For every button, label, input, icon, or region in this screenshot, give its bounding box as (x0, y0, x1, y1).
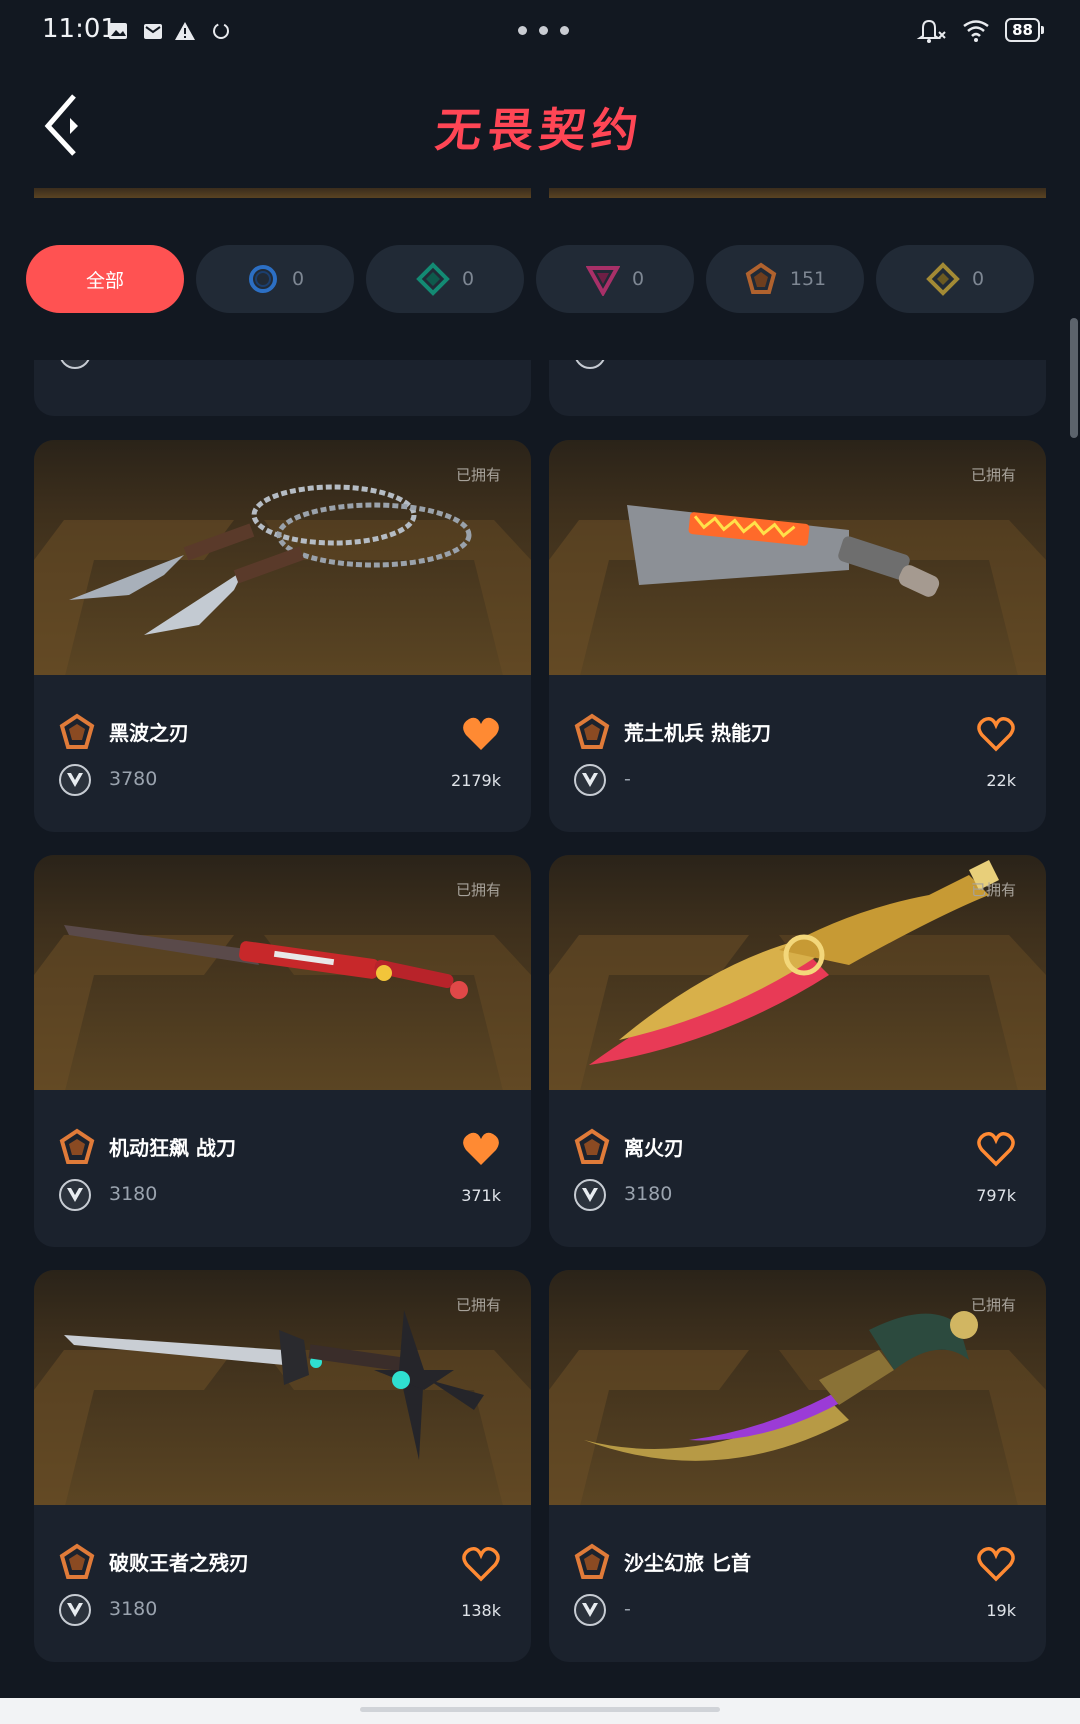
vp-currency-icon (59, 764, 91, 796)
skin-image: 已拥有 (34, 1270, 531, 1505)
filter-deluxe-tier[interactable]: 0 (366, 245, 524, 313)
premium-tier-icon (585, 266, 620, 296)
skin-price: 3780 (109, 768, 158, 790)
skin-image: 已拥有 (549, 1270, 1046, 1505)
warning-icon (175, 22, 195, 40)
owned-label: 已拥有 (970, 881, 1016, 899)
heart-outline-icon[interactable] (976, 1130, 1016, 1168)
status-right: 88 (913, 16, 1044, 44)
vp-currency-icon (60, 360, 90, 369)
sync-icon (213, 23, 229, 39)
owned-label: 已拥有 (455, 1296, 501, 1314)
header: 无畏契约 (0, 62, 1080, 188)
home-indicator[interactable] (360, 1707, 720, 1712)
owned-label: 已拥有 (970, 1296, 1016, 1314)
gallery-notification-icon (109, 23, 127, 39)
exclusive-tier-icon (574, 1543, 610, 1579)
filter-ultra-tier[interactable]: 0 (876, 245, 1034, 313)
filter-premium-tier[interactable]: 0 (536, 245, 694, 313)
exclusive-tier-icon (574, 1128, 610, 1164)
vp-currency-icon (574, 764, 606, 796)
page-title: 无畏契约 (432, 103, 647, 157)
skin-price: 3180 (109, 1598, 158, 1620)
ultra-tier-icon (926, 262, 960, 296)
skin-grid: 3780 965k - 20k 已拥有 黑波之刃 3780 21 (0, 360, 1080, 1700)
card-peek-left (34, 188, 531, 198)
heart-filled-icon[interactable] (461, 1130, 501, 1168)
owned-label: 已拥有 (455, 881, 501, 899)
exclusive-tier-icon (59, 1128, 95, 1164)
status-time: 11:01 (42, 14, 117, 44)
skin-name: 荒土机兵 热能刀 (624, 721, 771, 745)
vp-currency-icon (574, 1179, 606, 1211)
scrollbar[interactable] (1070, 318, 1078, 438)
heart-filled-icon[interactable] (461, 715, 501, 753)
skin-info: 破败王者之残刃 3180 138k (34, 1505, 531, 1662)
exclusive-tier-icon (59, 713, 95, 749)
skin-name: 黑波之刃 (109, 721, 189, 745)
skin-image: 已拥有 (549, 440, 1046, 675)
skin-price: 3180 (624, 1183, 673, 1205)
skin-info: 机动狂飙 战刀 3180 371k (34, 1090, 531, 1247)
battery-indicator: 88 (1005, 18, 1044, 42)
filter-all[interactable]: 全部 (26, 245, 184, 313)
like-count: 22k (986, 771, 1016, 790)
skin-name: 离火刃 (624, 1136, 684, 1160)
more-dots-icon[interactable] (518, 26, 569, 35)
tier-filter-bar: 全部 0 0 0 151 0 (26, 245, 1034, 313)
exclusive-tier-icon (574, 713, 610, 749)
like-count: 138k (461, 1601, 501, 1620)
skin-card[interactable]: 已拥有 破败王者之残刃 3180 138k (34, 1270, 531, 1662)
heart-outline-icon[interactable] (461, 1545, 501, 1583)
skin-card[interactable]: 已拥有 沙尘幻旅 匕首 - 19k (549, 1270, 1046, 1662)
skin-info: 离火刃 3180 797k (549, 1090, 1046, 1247)
skin-card-partial[interactable]: - 20k (549, 360, 1046, 416)
owned-label: 已拥有 (970, 466, 1016, 484)
vp-currency-icon (574, 1594, 606, 1626)
skin-name: 机动狂飙 战刀 (109, 1136, 236, 1160)
like-count: 371k (461, 1186, 501, 1205)
skin-image: 已拥有 (549, 855, 1046, 1090)
skin-price: - (624, 1598, 631, 1620)
owned-label: 已拥有 (455, 466, 501, 484)
bell-muted-icon (916, 19, 946, 43)
skin-card[interactable]: 已拥有 黑波之刃 3780 2179k (34, 440, 531, 832)
deluxe-tier-icon (416, 262, 450, 296)
filter-select-tier[interactable]: 0 (196, 245, 354, 313)
like-count: 797k (976, 1186, 1016, 1205)
skin-price: - (624, 768, 631, 790)
wifi-icon (963, 20, 989, 42)
skin-info: 黑波之刃 3780 2179k (34, 675, 531, 832)
exclusive-tier-icon (745, 262, 777, 294)
like-count: 2179k (451, 771, 501, 790)
heart-outline-icon[interactable] (976, 1545, 1016, 1583)
skin-card[interactable]: 已拥有 机动狂飙 战刀 3180 371k (34, 855, 531, 1247)
heart-outline-icon[interactable] (976, 715, 1016, 753)
skin-info: 沙尘幻旅 匕首 - 19k (549, 1505, 1046, 1662)
filter-exclusive-tier[interactable]: 151 (706, 245, 864, 313)
vp-currency-icon (59, 1179, 91, 1211)
select-tier-icon (248, 265, 277, 293)
skin-name: 破败王者之残刃 (109, 1551, 249, 1575)
skin-price: 3180 (109, 1183, 158, 1205)
skin-card[interactable]: 已拥有 荒土机兵 热能刀 - 22k (549, 440, 1046, 832)
skin-name: 沙尘幻旅 匕首 (624, 1551, 751, 1575)
mail-notification-icon (144, 24, 162, 39)
skin-image: 已拥有 (34, 440, 531, 675)
status-bar: 11:01 88 (0, 0, 1080, 62)
skin-card[interactable]: 已拥有 离火刃 3180 797k (549, 855, 1046, 1247)
skin-image: 已拥有 (34, 855, 531, 1090)
card-peek-right (549, 188, 1046, 198)
vp-currency-icon (59, 1594, 91, 1626)
skin-info: 荒土机兵 热能刀 - 22k (549, 675, 1046, 832)
skin-card-partial[interactable]: 3780 965k (34, 360, 531, 416)
exclusive-tier-icon (59, 1543, 95, 1579)
like-count: 19k (986, 1601, 1016, 1620)
vp-currency-icon (575, 360, 605, 369)
